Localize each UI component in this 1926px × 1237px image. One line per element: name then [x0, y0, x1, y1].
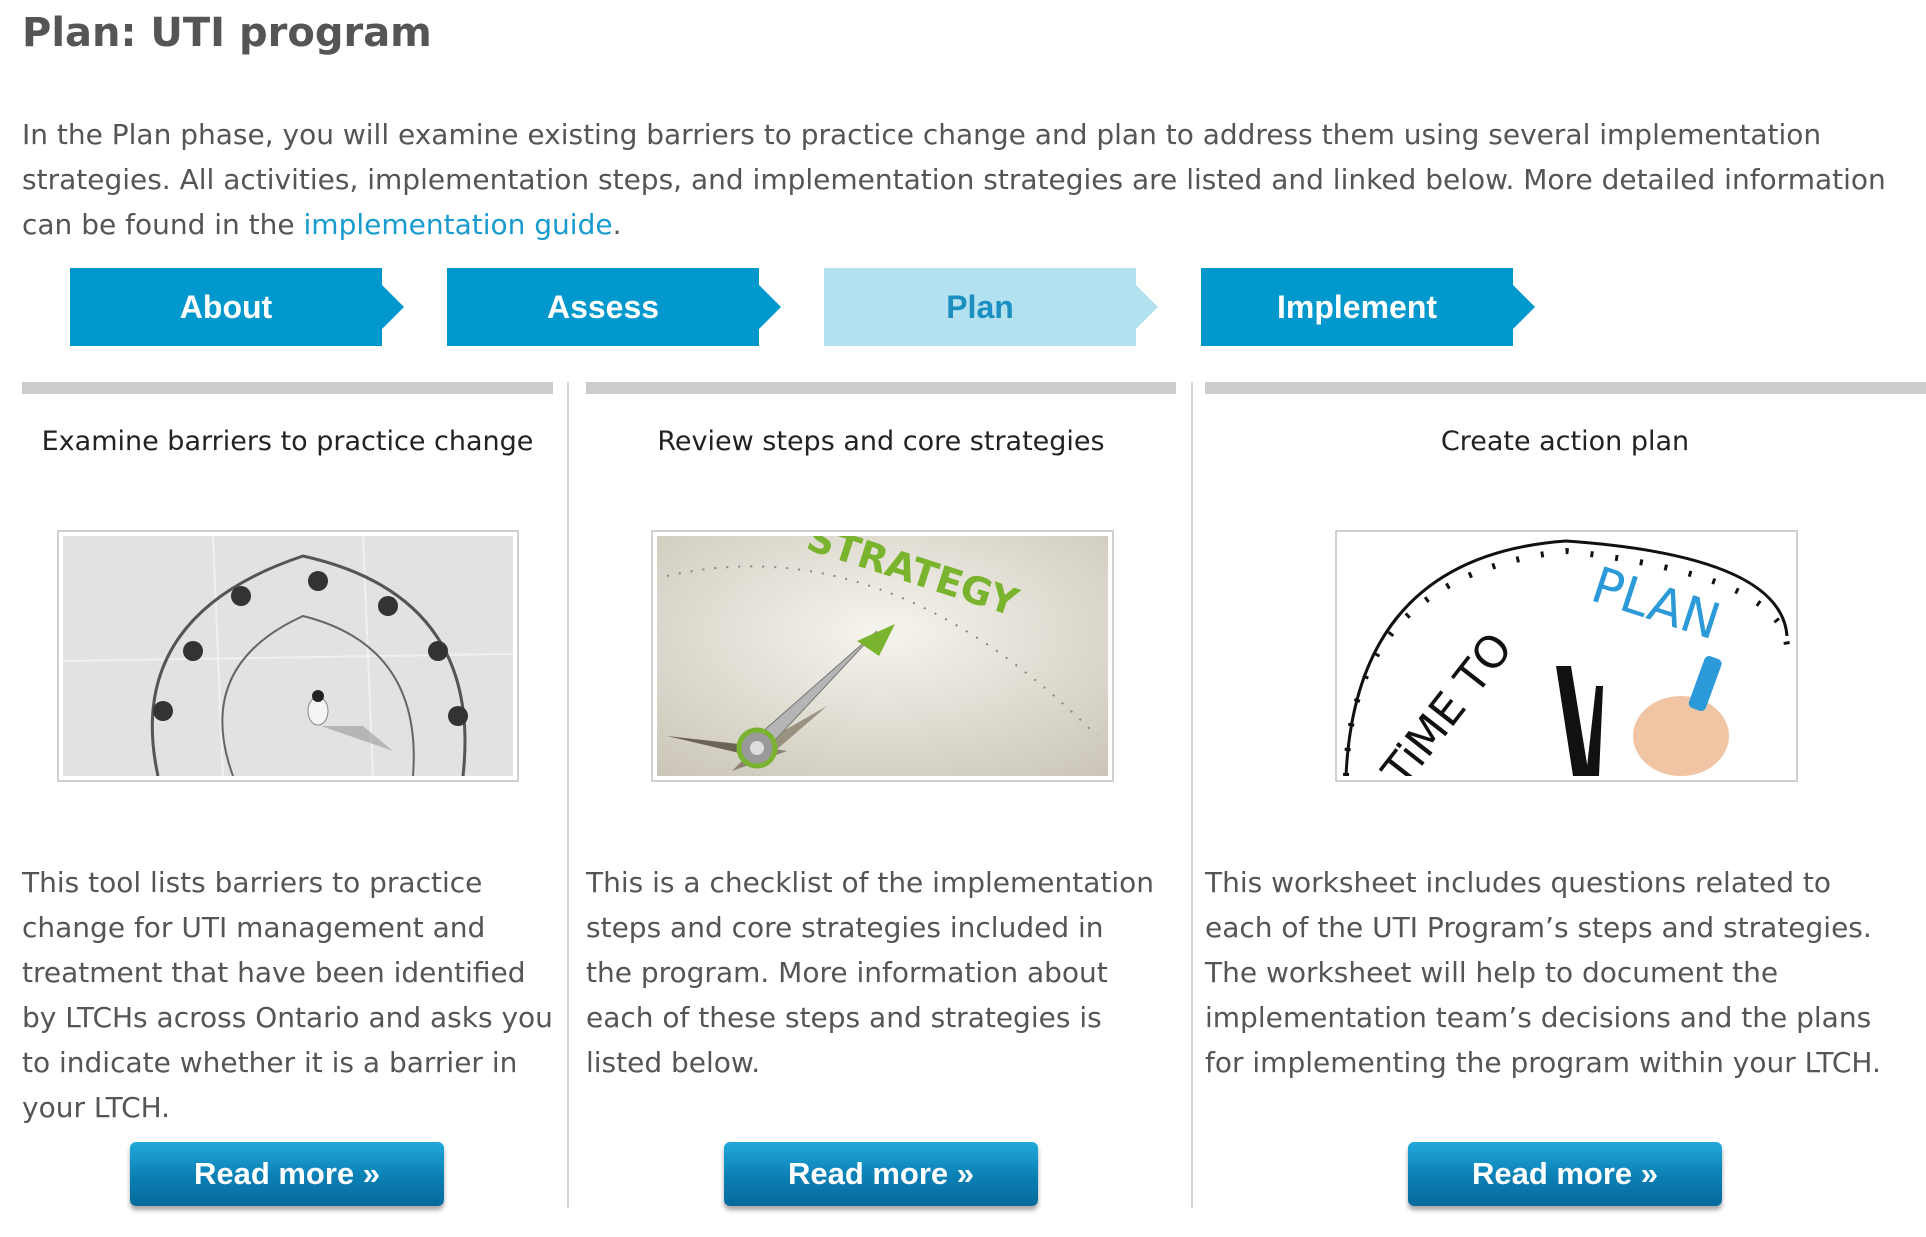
compass-illustration: STRATEGY: [657, 536, 1108, 776]
column-top-bar: [22, 382, 553, 394]
read-more-button[interactable]: Read more »: [1408, 1142, 1722, 1206]
step-implement[interactable]: Implement: [1201, 268, 1535, 346]
column-description: This worksheet includes questions relate…: [1205, 866, 1881, 1079]
barriers-image: [57, 530, 519, 782]
column-top-bar: [1205, 382, 1926, 394]
column-title: Examine barriers to practice change: [41, 426, 534, 457]
column-top-bar: [586, 382, 1176, 394]
intro-text: In the Plan phase, you will examine exis…: [22, 118, 1886, 241]
column-title: Create action plan: [1440, 426, 1690, 457]
intro-paragraph: In the Plan phase, you will examine exis…: [22, 112, 1902, 247]
column-create-action-plan: Create action plan TiME TO PLAN This wor…: [1205, 382, 1926, 1210]
column-review-steps: Review steps and core strategies STRATEG…: [586, 382, 1176, 1210]
implementation-guide-link[interactable]: implementation guide: [304, 208, 613, 241]
column-title: Review steps and core strategies: [657, 426, 1105, 457]
column-description: This tool lists barriers to practice cha…: [22, 866, 553, 1124]
step-assess[interactable]: Assess: [447, 268, 781, 346]
read-more-button[interactable]: Read more »: [724, 1142, 1038, 1206]
clock-illustration: TiME TO PLAN: [1341, 536, 1792, 776]
column-divider: [1191, 382, 1193, 1208]
strategy-image: STRATEGY: [651, 530, 1114, 782]
intro-text-end: .: [612, 208, 622, 241]
time-to-plan-image: TiME TO PLAN: [1335, 530, 1798, 782]
step-plan[interactable]: Plan: [824, 268, 1158, 346]
step-about[interactable]: About: [70, 268, 404, 346]
column-examine-barriers: Examine barriers to practice change This…: [22, 382, 553, 1210]
page-title: Plan: UTI program: [22, 10, 432, 56]
column-description: This is a checklist of the implementatio…: [586, 866, 1155, 1079]
person-frame-illustration: [63, 536, 513, 776]
column-divider: [567, 382, 569, 1208]
read-more-button[interactable]: Read more »: [130, 1142, 444, 1206]
